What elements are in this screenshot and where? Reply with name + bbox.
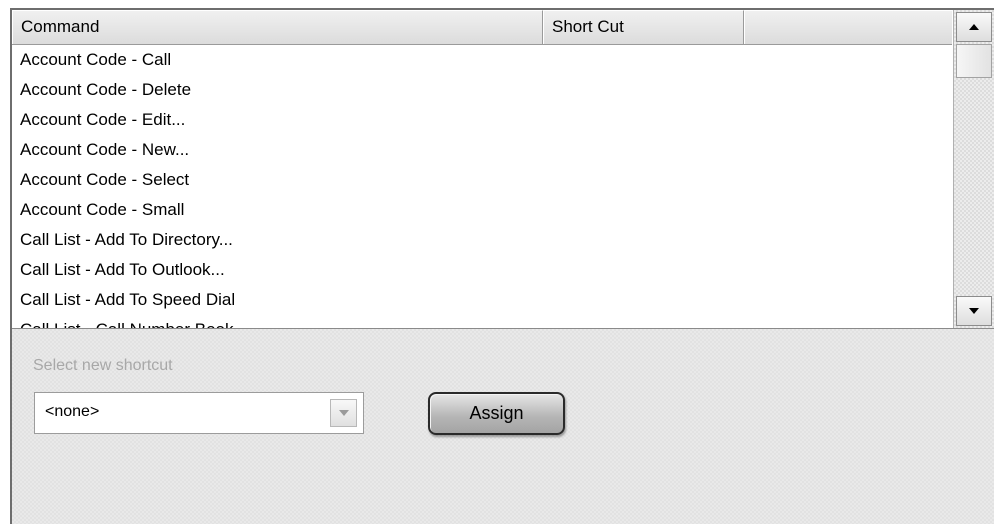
table-row[interactable]: Account Code - New... [12, 135, 952, 165]
shortcut-select[interactable]: <none> [34, 392, 364, 434]
select-shortcut-label: Select new shortcut [33, 357, 173, 374]
shortcut-dropdown-button[interactable] [330, 399, 357, 427]
table-row[interactable]: Call List - Add To Outlook... [12, 255, 952, 285]
commands-table: Command Short Cut Account Code - Call Ac… [12, 10, 994, 329]
column-header-empty [744, 10, 952, 44]
table-row[interactable]: Call List - Add To Speed Dial [12, 285, 952, 315]
assign-button[interactable]: Assign [428, 392, 565, 435]
table-row[interactable]: Account Code - Edit... [12, 105, 952, 135]
vertical-scrollbar[interactable] [953, 10, 994, 328]
table-row[interactable]: Account Code - Delete [12, 75, 952, 105]
column-header-shortcut[interactable]: Short Cut [543, 10, 744, 44]
table-body: Account Code - Call Account Code - Delet… [12, 45, 952, 328]
table-row[interactable]: Account Code - Small [12, 195, 952, 225]
arrow-up-icon [969, 24, 979, 30]
commands-panel: Command Short Cut Account Code - Call Ac… [10, 8, 994, 524]
table-row[interactable]: Account Code - Select [12, 165, 952, 195]
scrollbar-thumb[interactable] [956, 44, 992, 78]
table-header: Command Short Cut [12, 10, 952, 45]
chevron-down-icon [338, 410, 349, 416]
shortcut-select-value: <none> [45, 403, 100, 420]
table-row[interactable]: Call List - Add To Directory... [12, 225, 952, 255]
scroll-up-button[interactable] [956, 12, 992, 42]
scroll-down-button[interactable] [956, 296, 992, 326]
shortcut-panel: Select new shortcut <none> Assign [12, 329, 994, 524]
table-row[interactable]: Account Code - Call [12, 45, 952, 75]
arrow-down-icon [969, 308, 979, 314]
column-header-command[interactable]: Command [12, 10, 543, 44]
table-row[interactable]: Call List - Call Number Book... [12, 315, 952, 328]
